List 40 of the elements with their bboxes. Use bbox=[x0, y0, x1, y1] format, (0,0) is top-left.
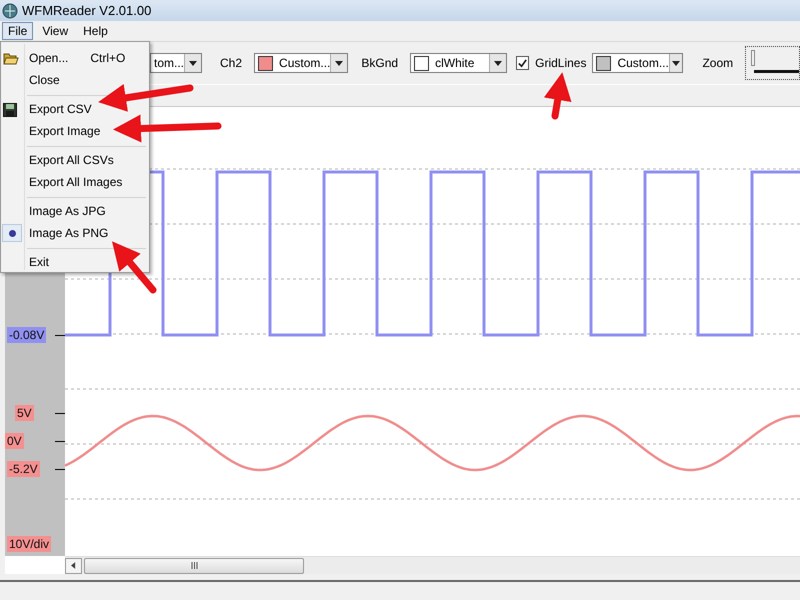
menu-item[interactable]: File bbox=[2, 22, 34, 40]
menu-item[interactable]: Image As PNG bbox=[2, 223, 112, 243]
axis-label: -0.08V bbox=[7, 327, 46, 343]
menu-item[interactable]: Export All Images bbox=[29, 172, 126, 192]
radio-indicator bbox=[2, 224, 22, 242]
menu-item[interactable]: Close bbox=[29, 70, 64, 90]
color-combo[interactable]: Custom... bbox=[254, 53, 348, 73]
background-label: BkGnd bbox=[361, 56, 398, 70]
menu-item[interactable]: Export All CSVs bbox=[29, 150, 118, 170]
menu-item[interactable]: Open... Ctrl+O bbox=[29, 48, 130, 68]
color-combo[interactable]: clWhite bbox=[410, 53, 508, 73]
menu-item[interactable]: Help bbox=[77, 22, 114, 40]
annotation-arrow bbox=[544, 72, 572, 120]
menu-item[interactable]: Image As JPG bbox=[2, 201, 110, 221]
horizontal-scrollbar[interactable] bbox=[65, 556, 800, 574]
scroll-left-button[interactable] bbox=[65, 558, 82, 574]
scrollbar-thumb[interactable] bbox=[84, 558, 304, 574]
gridlines-label: GridLines bbox=[535, 56, 586, 70]
zoom-label: Zoom bbox=[702, 56, 734, 70]
menu-item[interactable]: View bbox=[36, 22, 74, 40]
gridlines-checkbox[interactable] bbox=[516, 56, 530, 70]
ch2-label: Ch2 bbox=[220, 56, 242, 70]
menu-item[interactable]: Export Image bbox=[29, 121, 104, 141]
folder-icon bbox=[3, 52, 19, 66]
left-arrow-icon bbox=[71, 562, 76, 569]
annotation-arrow bbox=[112, 241, 156, 294]
window-title: WFMReader V2.01.00 bbox=[22, 3, 152, 18]
axis-label: 10V/div bbox=[7, 536, 52, 552]
menu-item[interactable]: Exit bbox=[29, 252, 54, 272]
globe-icon bbox=[2, 2, 18, 18]
grip-icon bbox=[190, 562, 198, 569]
menu-item[interactable]: Export CSV bbox=[29, 99, 96, 119]
axis-tick bbox=[55, 335, 65, 336]
zoom-slider[interactable] bbox=[745, 46, 800, 80]
color-combo[interactable]: Custom... bbox=[592, 53, 684, 73]
axis-label: 0V bbox=[5, 433, 24, 449]
channel-combo[interactable]: tom... bbox=[150, 53, 202, 73]
axis-label: -5.2V bbox=[7, 461, 40, 477]
axis-label: 5V bbox=[15, 405, 34, 421]
slider-thumb[interactable] bbox=[751, 50, 756, 66]
